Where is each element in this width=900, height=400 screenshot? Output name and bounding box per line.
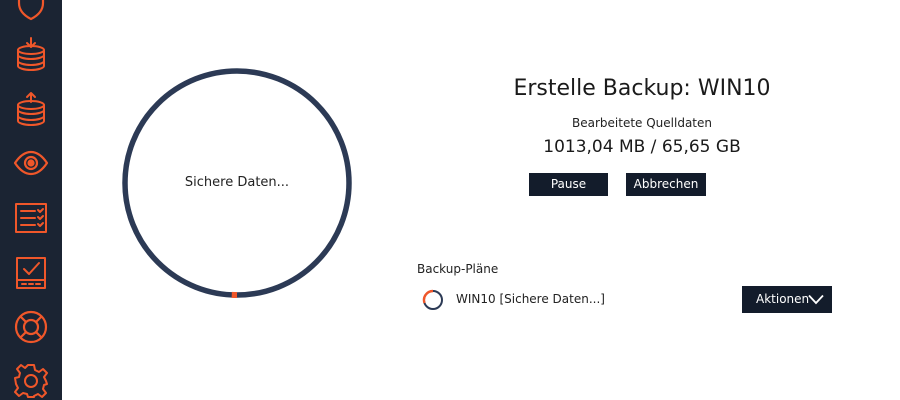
database-download-icon[interactable] bbox=[13, 36, 49, 72]
main-content: Sichere Daten... Erstelle Backup: WIN10 … bbox=[62, 0, 900, 400]
actions-dropdown-button[interactable]: Aktionen bbox=[742, 286, 832, 313]
pause-button[interactable]: Pause bbox=[529, 173, 608, 196]
chevron-down-icon bbox=[808, 294, 824, 305]
backup-plans-header: Backup-Pläne bbox=[417, 262, 499, 276]
backup-plan-name: WIN10 [Sichere Daten...] bbox=[456, 292, 605, 306]
sidebar bbox=[0, 0, 62, 400]
cancel-button[interactable]: Abbrechen bbox=[626, 173, 706, 196]
ring-status-label: Sichere Daten... bbox=[184, 175, 290, 190]
gear-icon[interactable] bbox=[13, 363, 49, 399]
actions-label: Aktionen bbox=[756, 292, 810, 306]
drive-check-icon[interactable] bbox=[13, 255, 49, 291]
spinner-icon bbox=[422, 289, 444, 311]
lifebuoy-icon[interactable] bbox=[13, 309, 49, 345]
shield-icon[interactable] bbox=[13, 0, 49, 23]
progress-size-text: 1013,04 MB / 65,65 GB bbox=[543, 137, 741, 157]
database-upload-icon[interactable] bbox=[13, 91, 49, 127]
checklist-icon[interactable] bbox=[13, 200, 49, 236]
page-title: Erstelle Backup: WIN10 bbox=[513, 76, 771, 101]
eye-icon[interactable] bbox=[13, 145, 49, 181]
processed-data-label: Bearbeitete Quelldaten bbox=[572, 116, 712, 130]
